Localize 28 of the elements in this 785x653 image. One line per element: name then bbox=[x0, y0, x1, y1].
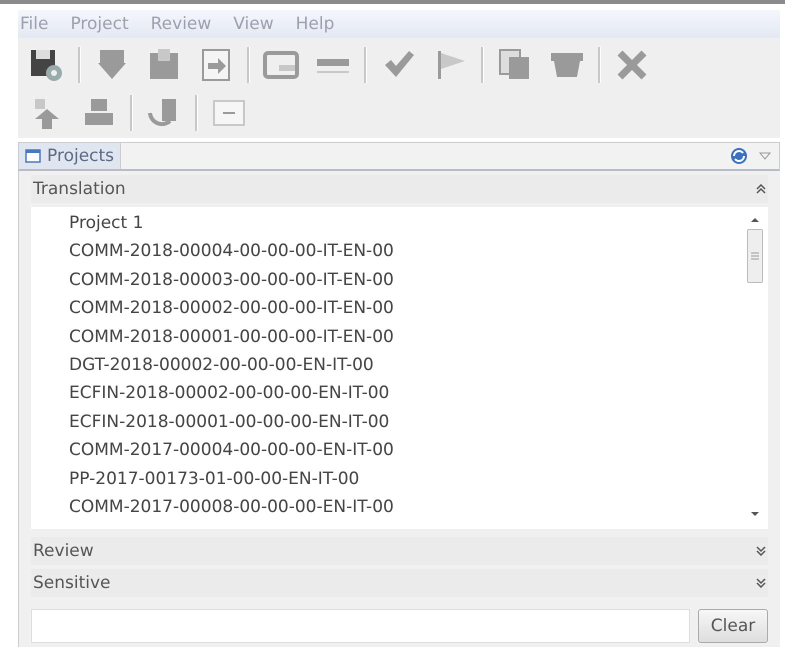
collapse-icon bbox=[756, 184, 766, 194]
clear-button[interactable]: Clear bbox=[698, 609, 768, 643]
project-item[interactable]: COMM-2017-00008-00-00-00-EN-IT-00 bbox=[69, 492, 742, 522]
window-icon bbox=[25, 149, 41, 163]
view-tab[interactable]: Projects bbox=[19, 143, 122, 169]
filter-field[interactable] bbox=[31, 609, 690, 643]
project-item[interactable]: COMM-2017-00004-00-00-00-EN-IT-00 bbox=[69, 436, 742, 465]
section-header[interactable]: Translation bbox=[31, 175, 768, 203]
project-item[interactable]: COMM-2018-00001-00-00-00-IT-EN-00 bbox=[69, 322, 742, 351]
project-item[interactable]: Project 1 bbox=[69, 209, 742, 238]
expand-icon bbox=[756, 546, 766, 556]
floppy-disk-gear-icon bbox=[29, 47, 65, 83]
project-item[interactable]: DGT-2018-00002-00-00-00-EN-IT-00 bbox=[69, 350, 742, 380]
project-item[interactable]: COMM-2018-00003-00-00-00-IT-EN-00 bbox=[69, 266, 742, 294]
scroll-thumb[interactable] bbox=[747, 229, 763, 283]
scroll-down-icon[interactable] bbox=[750, 509, 760, 519]
section-header[interactable]: Sensitive bbox=[31, 569, 768, 597]
section-header[interactable]: Review bbox=[31, 537, 768, 565]
project-item[interactable]: PP-2017-00173-01-00-00-EN-IT-00 bbox=[69, 464, 742, 493]
sync-icon[interactable] bbox=[729, 146, 749, 166]
project-item[interactable]: ECFIN-2018-00001-00-00-00-EN-IT-00 bbox=[69, 408, 742, 436]
expand-icon bbox=[756, 578, 766, 588]
dropdown-icon[interactable] bbox=[759, 152, 771, 160]
project-item[interactable]: ECFIN-2018-00002-00-00-00-EN-IT-00 bbox=[69, 379, 742, 408]
project-item[interactable]: COMM-2018-00004-00-00-00-IT-EN-00 bbox=[69, 237, 742, 266]
scroll-up-icon[interactable] bbox=[750, 215, 760, 225]
project-item[interactable]: COMM-2018-00002-00-00-00-IT-EN-00 bbox=[69, 294, 742, 323]
view-title: Projects bbox=[47, 146, 114, 166]
